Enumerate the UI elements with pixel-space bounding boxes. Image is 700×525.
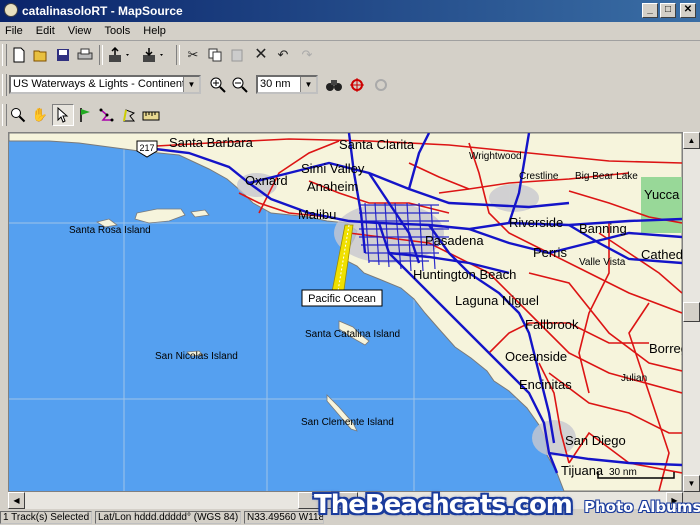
town-label: Valle Vista [579,257,626,268]
city-label: Perris [533,245,567,260]
toolbar-grip[interactable] [2,74,7,96]
city-label: Riverside [509,215,563,230]
city-label: Huntington Beach [413,267,516,282]
map-toolbar: US Waterways & Lights - Continental US ▼… [0,71,700,99]
vertical-scrollbar[interactable]: ▲ ▼ [683,132,700,492]
city-label: Encinitas [519,377,572,392]
window-title: catalinasoloRT - MapSource [22,4,183,18]
status-position-format: Lat/Lon hddd.ddddd° (WGS 84) [95,511,241,524]
find-places-icon[interactable] [347,74,369,96]
save-icon[interactable] [52,44,74,66]
town-label: Julian [621,373,647,384]
watermark-logo-text: TheBeachcats.com [314,490,573,520]
selection-tool-icon[interactable] [52,104,74,126]
zoom-scale-value: 30 nm [260,78,291,90]
delete-icon[interactable]: ✕ [250,44,272,66]
city-label: Anaheim [307,179,358,194]
callout-label: Pacific Ocean [308,293,376,305]
chevron-down-icon[interactable]: ▼ [300,77,316,92]
town-label: Crestline [519,171,559,182]
toolbar-grip[interactable] [2,44,7,66]
open-folder-icon[interactable] [30,44,52,66]
zoom-in-icon[interactable] [207,74,229,96]
island-label: San Nicolas Island [155,351,238,362]
city-label: Banning [579,221,627,236]
maximize-button[interactable]: □ [660,3,676,18]
print-icon[interactable] [74,44,96,66]
town-label: Big Bear Lake [575,171,638,182]
paste-icon[interactable] [226,44,248,66]
town-label: Wrightwood [469,151,522,162]
thebeachcats-watermark: TheBeachcats.com Photo Albums [312,490,700,525]
city-label: Yucca [644,187,680,202]
city-label: Laguna Niguel [455,293,539,308]
hand-tool-icon[interactable]: ✋ [29,104,51,126]
status-selection: 1 Track(s) Selected [0,511,92,524]
new-file-icon[interactable] [8,44,30,66]
redo-icon[interactable]: ↷ [296,44,318,66]
city-label: Oceanside [505,349,567,364]
map-product-value: US Waterways & Lights - Continental US [13,78,201,90]
zoom-out-icon[interactable] [229,74,251,96]
track-tool-icon[interactable] [118,104,140,126]
menu-help[interactable]: Help [138,22,171,37]
close-button[interactable]: ✕ [680,3,696,18]
zoom-scale-select[interactable]: 30 nm ▼ [256,75,318,94]
map-product-select[interactable]: US Waterways & Lights - Continental US ▼ [9,75,201,94]
send-to-device-icon[interactable] [104,44,134,66]
copy-icon[interactable] [204,44,226,66]
menu-tools[interactable]: Tools [100,22,136,37]
minimize-button[interactable]: _ [642,3,658,18]
island-label: San Clemente Island [301,417,394,428]
vertical-scroll-thumb[interactable] [683,302,700,322]
mapsource-app-icon[interactable] [4,3,18,17]
zoom-tool-icon[interactable] [7,104,29,126]
menu-view[interactable]: View [63,22,97,37]
undo-icon[interactable]: ↶ [272,44,294,66]
route-tool-icon[interactable] [96,104,118,126]
scroll-left-icon[interactable]: ◀ [8,492,25,509]
scale-label: 30 nm [609,467,637,478]
menu-file[interactable]: File [0,22,28,37]
map-frame: 217 Pacific Ocean Santa Barbara Santa Cla… [0,130,700,510]
standard-toolbar: ✂ ✕ ↶ ↷ [0,41,700,69]
tools-toolbar: ✋ [0,101,700,129]
city-label: Santa Clarita [339,137,415,152]
city-label: Fallbrook [525,317,579,332]
island-label: Santa Catalina Island [305,329,400,340]
city-label: Simi Valley [301,161,365,176]
island-label: Santa Rosa Island [69,225,151,236]
city-label: Pasadena [425,233,484,248]
city-label: Malibu [298,207,336,222]
find-recent-icon[interactable] [370,74,392,96]
title-bar: catalinasoloRT - MapSource _ □ ✕ [0,0,700,22]
city-label: Oxnard [245,173,288,188]
city-label: Santa Barbara [169,135,254,150]
highway-shield-label: 217 [139,143,154,153]
city-label: Cathedral [641,247,682,262]
scroll-up-icon[interactable]: ▲ [683,132,700,149]
city-label: Borrego [649,341,682,356]
city-label: San Diego [565,433,626,448]
distance-tool-icon[interactable] [140,104,162,126]
menu-edit[interactable]: Edit [31,22,60,37]
receive-from-device-icon[interactable] [138,44,168,66]
pacific-ocean-callout[interactable]: Pacific Ocean [301,289,383,307]
cut-icon[interactable]: ✂ [182,44,204,66]
find-binoculars-icon[interactable] [323,74,345,96]
watermark-photo-albums: Photo Albums [584,498,700,516]
menu-bar: File Edit View Tools Help [0,22,700,41]
waypoint-tool-icon[interactable] [74,104,96,126]
chevron-down-icon[interactable]: ▼ [183,77,199,92]
map-canvas[interactable]: 217 Pacific Ocean Santa Barbara Santa Cla… [8,132,683,492]
